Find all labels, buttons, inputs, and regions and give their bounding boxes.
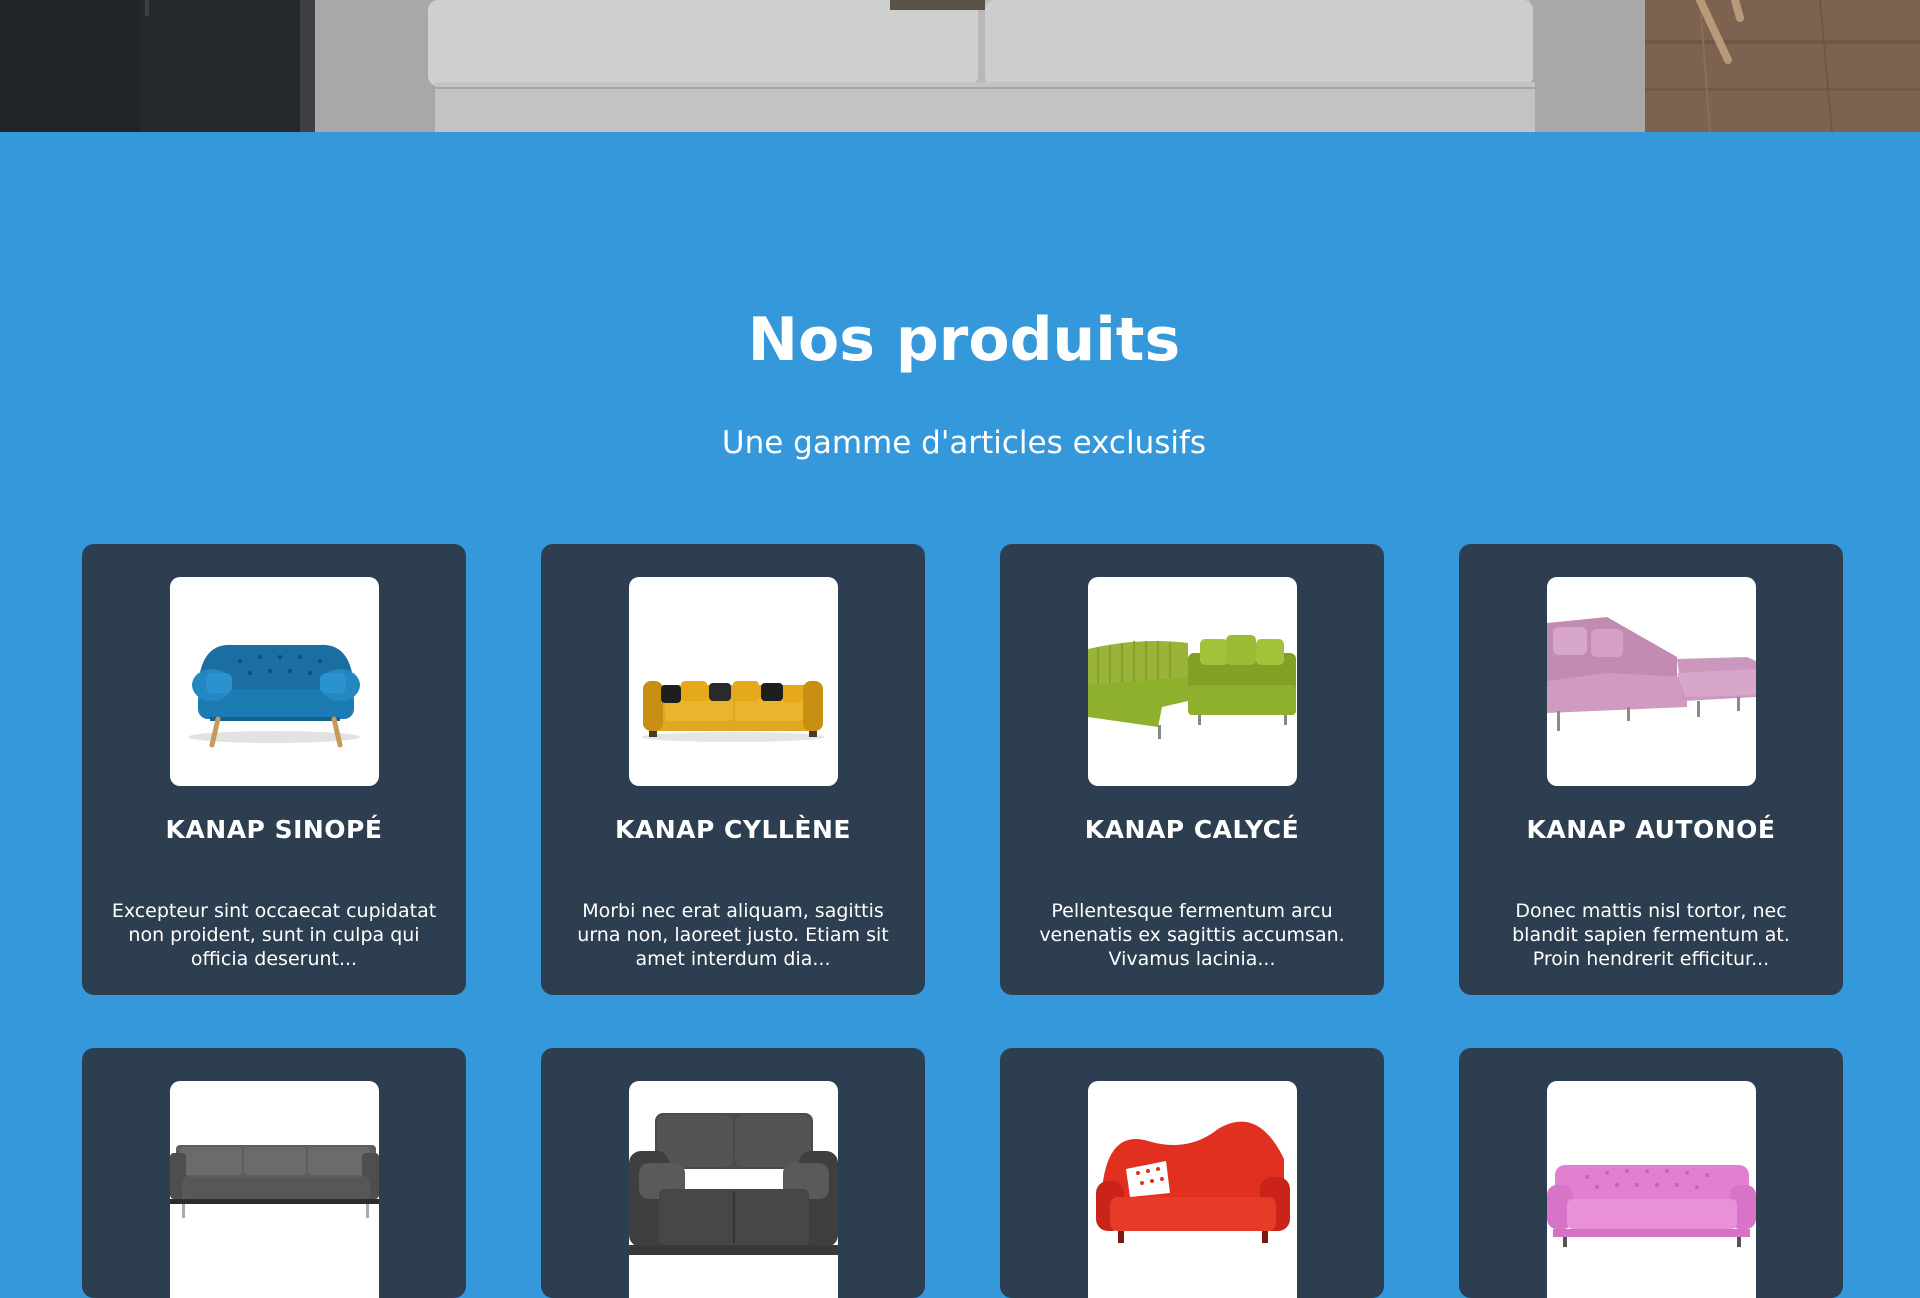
product-description: Morbi nec erat aliquam, sagittis urna no… — [577, 900, 889, 970]
product-card-5[interactable] — [82, 1048, 466, 1298]
product-image — [1088, 577, 1297, 786]
product-card-cyllene[interactable]: KANAP CYLLÈNE Morbi nec erat aliquam, sa… — [541, 544, 925, 995]
product-description: Excepteur sint occaecat cupidatat non pr… — [111, 900, 437, 970]
product-card-6[interactable] — [541, 1048, 925, 1298]
product-description: Pellentesque fermentum arcu venenatis ex… — [1039, 900, 1345, 970]
section-title: Nos produits — [747, 305, 1181, 375]
product-image — [1547, 1081, 1756, 1298]
pink-chesterfield-sofa-image — [1547, 1165, 1756, 1247]
red-sofa-image — [1096, 1121, 1290, 1243]
product-image — [629, 1081, 838, 1298]
product-card-autonoe[interactable]: KANAP AUTONOÉ Donec mattis nisl tortor, … — [1459, 544, 1843, 995]
product-card-calyce[interactable]: KANAP CALYCÉ Pellentesque fermentum arcu… — [1000, 544, 1384, 995]
hero-banner — [0, 0, 1920, 132]
yellow-sofa-image — [641, 681, 825, 742]
product-card-8[interactable] — [1459, 1048, 1843, 1298]
green-sectional-sofa-image — [1088, 635, 1296, 739]
blue-sofa-image — [188, 644, 360, 748]
grey-sofa-image — [170, 1145, 379, 1218]
product-image — [1547, 577, 1756, 786]
product-name: KANAP SINOPÉ — [165, 815, 383, 844]
product-name: KANAP CYLLÈNE — [615, 815, 851, 844]
dark-grey-sofa-image — [629, 1113, 838, 1255]
product-card-7[interactable] — [1000, 1048, 1384, 1298]
product-name: KANAP AUTONOÉ — [1526, 815, 1776, 844]
products-section: Nos produits Une gamme d'articles exclus… — [0, 132, 1920, 1298]
product-description: Donec mattis nisl tortor, nec blandit sa… — [1512, 900, 1790, 970]
living-room-sofa-photo — [0, 0, 1920, 132]
product-image — [1088, 1081, 1297, 1298]
section-subtitle: Une gamme d'articles exclusifs — [721, 425, 1207, 461]
product-image — [629, 577, 838, 786]
product-name: KANAP CALYCÉ — [1084, 815, 1300, 844]
product-image — [170, 1081, 379, 1298]
pink-sofa-image — [1547, 617, 1756, 731]
product-image — [170, 577, 379, 786]
product-card-sinope[interactable]: KANAP SINOPÉ Excepteur sint occaecat cup… — [82, 544, 466, 995]
